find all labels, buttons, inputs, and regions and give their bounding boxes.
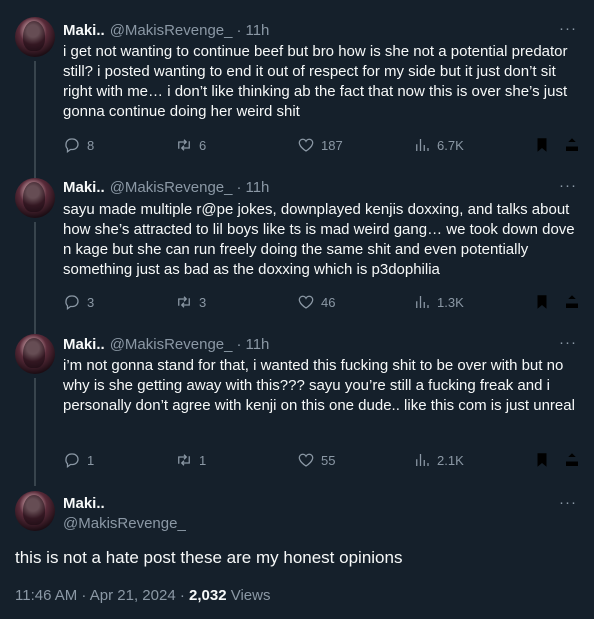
like-button[interactable]: 46 xyxy=(297,293,335,311)
views-count: 1.3K xyxy=(437,294,464,310)
display-name[interactable]: Maki.. xyxy=(63,495,105,512)
views-count: 2.1K xyxy=(437,452,464,468)
avatar[interactable] xyxy=(15,491,55,531)
bookmark-icon[interactable] xyxy=(533,451,551,469)
like-icon xyxy=(298,295,314,309)
like-count: 55 xyxy=(321,452,336,468)
like-icon xyxy=(298,453,314,467)
reply-icon xyxy=(65,295,79,311)
tweet-text: this is not a hate post these are my hon… xyxy=(15,548,403,567)
tweet-meta: 11:46 AM · Apr 21, 2024 · 2,032 Views xyxy=(15,587,270,604)
reply-button[interactable]: 1 xyxy=(63,451,94,469)
views-icon xyxy=(416,296,429,308)
separator-dot: · xyxy=(236,178,242,196)
views-icon xyxy=(416,454,429,466)
views-label: Views xyxy=(226,587,271,604)
separator-dot: · xyxy=(236,21,242,39)
user-handle[interactable]: @MakisRevenge_ xyxy=(110,22,233,39)
separator-dot: · xyxy=(236,335,242,353)
views-button[interactable]: 1.3K xyxy=(413,293,464,311)
user-handle[interactable]: @MakisRevenge_ xyxy=(110,179,233,196)
tweet-time[interactable]: 11h xyxy=(245,22,269,39)
like-count: 46 xyxy=(321,294,336,310)
like-button[interactable]: 187 xyxy=(297,136,343,154)
display-name[interactable]: Maki.. xyxy=(63,336,105,353)
display-name[interactable]: Maki.. xyxy=(63,179,105,196)
thread-line xyxy=(34,378,36,486)
share-icon[interactable] xyxy=(563,451,581,469)
retweet-icon xyxy=(178,454,190,466)
thread-line xyxy=(34,61,36,179)
reply-count: 8 xyxy=(87,137,95,153)
retweet-count: 3 xyxy=(199,294,207,310)
tweet-header: Maki.. @MakisRevenge_ · 11h xyxy=(63,177,269,197)
bookmark-icon[interactable] xyxy=(533,136,551,154)
tweet-time[interactable]: 11h xyxy=(245,336,269,353)
share-icon[interactable] xyxy=(563,293,581,311)
retweet-button[interactable]: 1 xyxy=(175,451,206,469)
retweet-icon xyxy=(178,139,190,151)
tweet-time[interactable]: 11h xyxy=(245,179,269,196)
avatar[interactable] xyxy=(15,178,55,218)
thread-line xyxy=(34,222,36,334)
reply-count: 3 xyxy=(87,294,95,310)
reply-icon xyxy=(65,138,79,154)
bookmark-icon[interactable] xyxy=(533,293,551,311)
retweet-count: 6 xyxy=(199,137,207,153)
more-icon[interactable]: ··· xyxy=(559,20,577,37)
views-count: 6.7K xyxy=(437,137,464,153)
retweet-button[interactable]: 3 xyxy=(175,293,206,311)
display-name[interactable]: Maki.. xyxy=(63,22,105,39)
tweet-actions: 8 6 187 6.7K xyxy=(63,135,583,155)
tweet-text: i get not wanting to continue beef but b… xyxy=(63,43,568,120)
tweet-actions: 1 1 55 2.1K xyxy=(63,450,583,470)
like-count: 187 xyxy=(321,137,343,153)
tweet-text: sayu made multiple r@pe jokes, downplaye… xyxy=(63,201,575,278)
views-icon xyxy=(416,139,429,151)
reply-count: 1 xyxy=(87,452,95,468)
share-icon[interactable] xyxy=(563,136,581,154)
reply-button[interactable]: 3 xyxy=(63,293,94,311)
user-handle[interactable]: @MakisRevenge_ xyxy=(110,336,233,353)
avatar[interactable] xyxy=(15,334,55,374)
views-count: 2,032 xyxy=(189,587,227,604)
retweet-icon xyxy=(178,296,190,308)
tweet-header: Maki.. @MakisRevenge_ · 11h xyxy=(63,334,269,354)
user-handle[interactable]: @MakisRevenge_ xyxy=(63,515,186,532)
views-button[interactable]: 2.1K xyxy=(413,451,464,469)
like-icon xyxy=(298,138,314,152)
views-button[interactable]: 6.7K xyxy=(413,136,464,154)
tweet-text: i’m not gonna stand for that, i wanted t… xyxy=(63,357,575,414)
more-icon[interactable]: ··· xyxy=(559,494,577,511)
retweet-count: 1 xyxy=(199,452,207,468)
tweet-actions: 3 3 46 1.3K xyxy=(63,292,583,312)
more-icon[interactable]: ··· xyxy=(559,334,577,351)
like-button[interactable]: 55 xyxy=(297,451,335,469)
reply-icon xyxy=(65,453,79,469)
retweet-button[interactable]: 6 xyxy=(175,136,206,154)
tweet-timestamp[interactable]: 11:46 AM · Apr 21, 2024 · xyxy=(15,587,189,604)
more-icon[interactable]: ··· xyxy=(559,177,577,194)
avatar[interactable] xyxy=(15,17,55,57)
tweet-header: Maki.. @MakisRevenge_ · 11h xyxy=(63,20,269,40)
reply-button[interactable]: 8 xyxy=(63,136,94,154)
